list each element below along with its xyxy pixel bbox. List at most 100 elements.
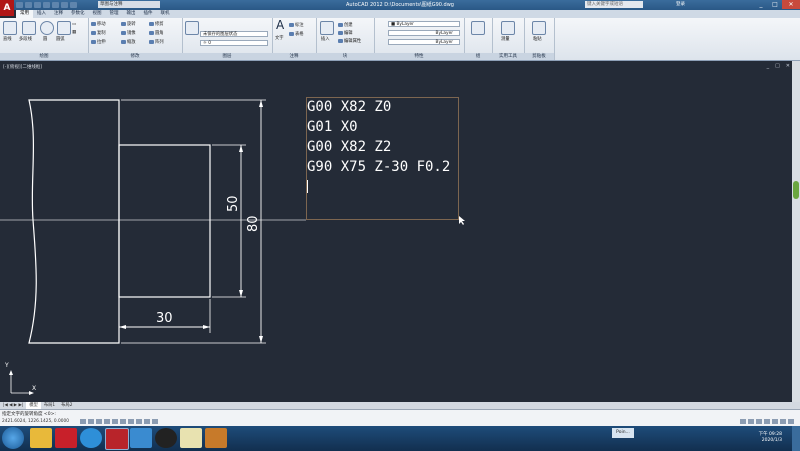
taskbar-item-point[interactable]: Poin... xyxy=(612,428,634,438)
tab-view[interactable]: 视图 xyxy=(89,10,106,18)
login-button[interactable]: 登录 xyxy=(676,0,685,10)
move-button[interactable]: 移动 xyxy=(91,21,106,27)
hatch-icon[interactable]: ▦ xyxy=(72,30,76,35)
quick-properties-icon[interactable] xyxy=(152,419,158,424)
draw-panel-label[interactable]: 绘图 xyxy=(0,53,88,60)
utilities-panel-label[interactable]: 实用工具 xyxy=(492,53,524,60)
tab-insert[interactable]: 插入 xyxy=(33,10,50,18)
new-icon[interactable] xyxy=(16,2,23,8)
clean-screen-icon[interactable] xyxy=(788,419,794,424)
scale-button[interactable]: 缩放 xyxy=(121,39,136,45)
system-clock[interactable]: 下午 09:28 2020/1/3 xyxy=(759,432,782,444)
tab-home[interactable]: 常用 xyxy=(16,10,33,18)
grid-icon[interactable] xyxy=(88,419,94,424)
edit-block-button[interactable]: 编辑 xyxy=(338,30,353,36)
media-player-icon[interactable] xyxy=(130,428,152,448)
command-line[interactable]: 指定文字的旋转角度 <0>: 2421.6024, 1226.1425, 0.0… xyxy=(0,409,800,426)
redo-icon[interactable] xyxy=(70,2,77,8)
trim-button[interactable]: 修剪 xyxy=(149,21,164,27)
workspace-switch-icon[interactable] xyxy=(772,419,778,424)
otrack-icon[interactable] xyxy=(120,419,126,424)
array-button[interactable]: 阵列 xyxy=(149,39,164,45)
osnap-icon[interactable] xyxy=(112,419,118,424)
zoom-icon[interactable] xyxy=(756,419,762,424)
obs-icon[interactable] xyxy=(155,428,177,448)
gcode-mtext-editor[interactable]: G00 X82 Z0 G01 X0 G00 X82 Z2 G90 X75 Z-3… xyxy=(306,97,459,220)
vertical-scrollbar[interactable] xyxy=(792,61,800,404)
notepad-icon[interactable] xyxy=(180,428,202,448)
clipboard-panel-label[interactable]: 剪贴板 xyxy=(524,53,554,60)
navigation-wheel-icon[interactable] xyxy=(793,181,799,199)
edit-attributes-button[interactable]: 编辑属性 xyxy=(338,38,361,44)
arc-icon[interactable] xyxy=(57,21,71,35)
annotation-scale-icon[interactable] xyxy=(764,419,770,424)
dimension-button[interactable]: 标注 xyxy=(289,22,304,28)
block-panel-label[interactable]: 块 xyxy=(316,53,374,60)
maximize-button[interactable]: □ xyxy=(768,0,782,9)
table-button[interactable]: 表格 xyxy=(289,31,304,37)
show-desktop-button[interactable] xyxy=(792,426,800,451)
viewport-maximize-button[interactable]: □ xyxy=(775,63,780,69)
lineweight-icon[interactable] xyxy=(144,419,150,424)
plot-icon[interactable] xyxy=(52,2,59,8)
copy-button[interactable]: 复制 xyxy=(91,30,106,36)
annotation-panel-label[interactable]: 注释 xyxy=(272,53,316,60)
open-icon[interactable] xyxy=(25,2,32,8)
text-icon[interactable]: A xyxy=(276,18,284,32)
viewport-controls-label[interactable]: [-][俯视][二维线框] xyxy=(3,64,42,70)
color-dropdown[interactable]: ■ ByLayer xyxy=(388,21,460,27)
workspace-dropdown[interactable]: 草图与注释 xyxy=(98,1,160,8)
line-icon[interactable] xyxy=(3,21,17,35)
undo-icon[interactable] xyxy=(61,2,68,8)
layer-properties-icon[interactable] xyxy=(185,21,199,35)
groups-panel-label[interactable]: 组 xyxy=(464,53,492,60)
layer-dropdown[interactable]: ☼ 0 xyxy=(200,40,268,46)
tab-manage[interactable]: 管理 xyxy=(106,10,123,18)
create-block-button[interactable]: 创建 xyxy=(338,22,353,28)
help-search-input[interactable]: 键入关键字或短语 xyxy=(585,1,643,8)
lineweight-dropdown[interactable]: ByLayer xyxy=(388,39,460,45)
insert-block-icon[interactable] xyxy=(320,21,334,35)
lock-icon[interactable] xyxy=(780,419,786,424)
ortho-icon[interactable] xyxy=(96,419,102,424)
tab-online[interactable]: 联机 xyxy=(157,10,174,18)
minimize-button[interactable]: _ xyxy=(754,0,768,9)
tab-model[interactable]: 模型 xyxy=(26,402,41,409)
acrobat-icon[interactable] xyxy=(55,428,77,448)
model-space-icon[interactable] xyxy=(740,419,746,424)
circle-icon[interactable] xyxy=(40,21,54,35)
paste-icon[interactable] xyxy=(532,21,546,35)
modify-panel-label[interactable]: 修改 xyxy=(88,53,182,60)
application-menu-button[interactable]: A xyxy=(0,0,14,16)
polar-icon[interactable] xyxy=(104,419,110,424)
nav-arrows-icon[interactable]: |◀ ◀ ▶ ▶| xyxy=(0,402,26,409)
tab-plugins[interactable]: 插件 xyxy=(140,10,157,18)
linetype-dropdown[interactable]: ByLayer xyxy=(388,30,460,36)
tab-parametric[interactable]: 参数化 xyxy=(67,10,89,18)
polyline-icon[interactable] xyxy=(22,21,36,35)
layers-panel-label[interactable]: 图层 xyxy=(182,53,272,60)
tab-output[interactable]: 输出 xyxy=(123,10,140,18)
explorer-icon[interactable] xyxy=(30,428,52,448)
dyn-icon[interactable] xyxy=(136,419,142,424)
pan-icon[interactable] xyxy=(748,419,754,424)
tab-layout1[interactable]: 布局1 xyxy=(41,402,58,409)
save-icon[interactable] xyxy=(34,2,41,8)
viewport-close-button[interactable]: ✕ xyxy=(786,63,790,69)
viewport-minimize-button[interactable]: _ xyxy=(767,63,770,69)
archive-icon[interactable] xyxy=(205,428,227,448)
rotate-button[interactable]: 旋转 xyxy=(121,21,136,27)
tab-annotate[interactable]: 注释 xyxy=(50,10,67,18)
close-button[interactable]: ✕ xyxy=(782,0,800,9)
rectangle-icon[interactable]: ▭ xyxy=(72,22,76,27)
snap-icon[interactable] xyxy=(80,419,86,424)
group-icon[interactable] xyxy=(471,21,485,35)
autocad-icon[interactable] xyxy=(105,428,129,450)
properties-panel-label[interactable]: 特性 xyxy=(374,53,464,60)
start-button[interactable] xyxy=(2,427,24,449)
browser-icon[interactable] xyxy=(80,428,102,448)
tab-layout2[interactable]: 布局2 xyxy=(58,402,75,409)
stretch-button[interactable]: 拉伸 xyxy=(91,39,106,45)
fillet-button[interactable]: 圆角 xyxy=(149,30,164,36)
mirror-button[interactable]: 镜像 xyxy=(121,30,136,36)
